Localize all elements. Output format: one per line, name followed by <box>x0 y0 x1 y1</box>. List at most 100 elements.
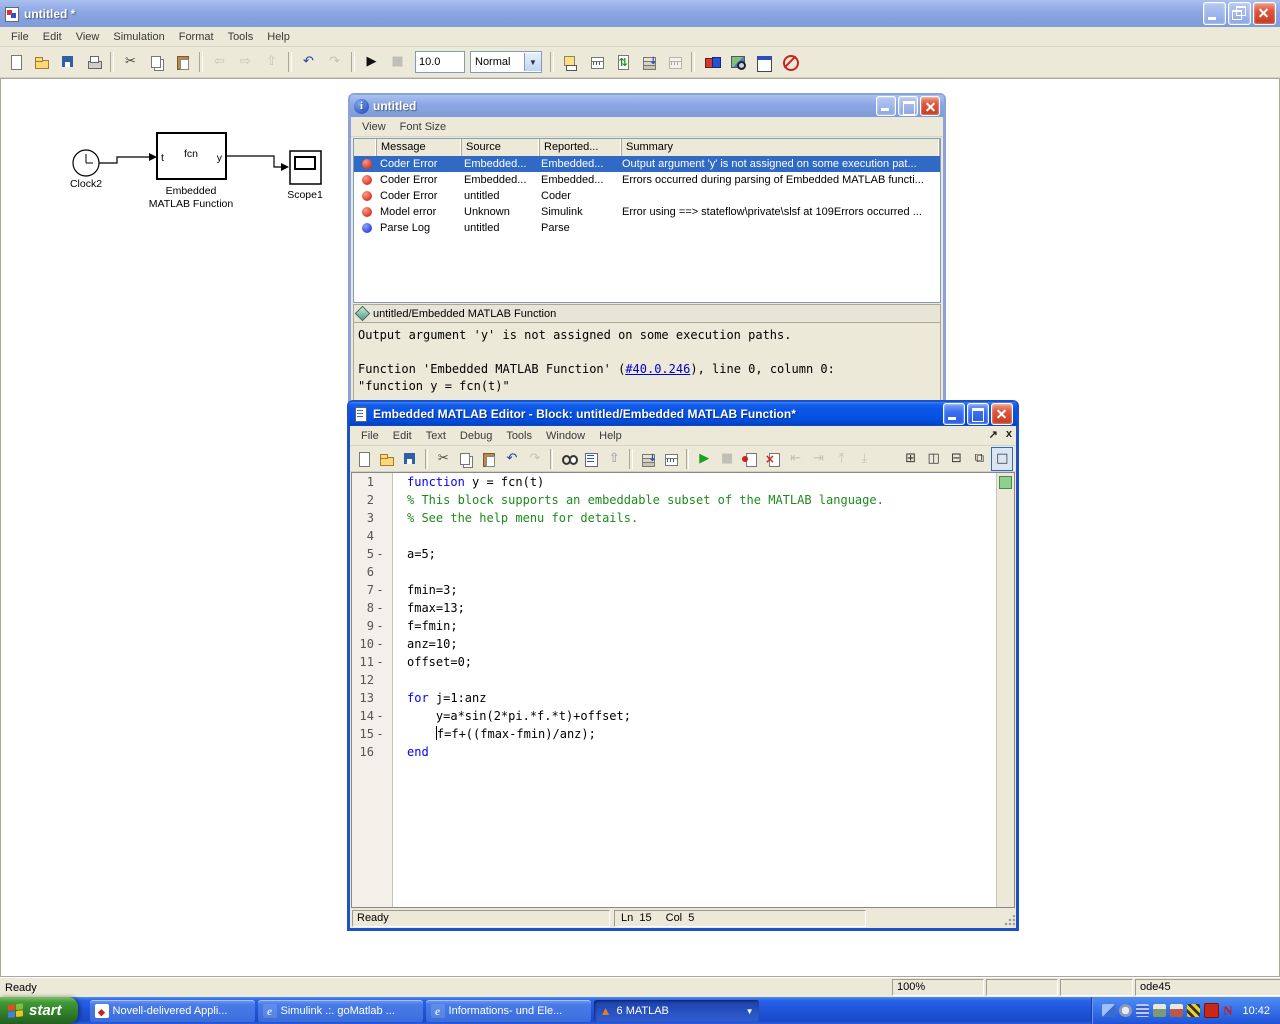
code-line[interactable]: f=f+((fmax-fmin)/anz); <box>393 725 996 743</box>
code-editor[interactable]: 12345-67-8-9-10-11-121314-15-16 function… <box>351 472 1015 908</box>
menu-item-edit[interactable]: Edit <box>386 428 419 444</box>
code-line[interactable]: % See the help menu for details. <box>393 509 996 527</box>
ports-button[interactable] <box>558 50 583 74</box>
task-button-novell-delivered-appli[interactable]: Novell-delivered Appli... <box>90 1000 255 1022</box>
blocks-button[interactable] <box>699 50 724 74</box>
copy-button[interactable] <box>455 447 477 471</box>
table-row[interactable]: Coder ErroruntitledCoder <box>354 188 940 204</box>
stack-tray-icon[interactable] <box>1136 1004 1149 1017</box>
novell-disk-tray-icon[interactable] <box>1204 1003 1219 1018</box>
menu-item-view[interactable]: View <box>69 29 107 45</box>
task-button-6-matlab[interactable]: 6 MATLAB▼ <box>594 1000 759 1022</box>
menu-item-file[interactable]: File <box>4 29 36 45</box>
paste-button[interactable] <box>478 447 500 471</box>
maximize-button[interactable] <box>898 96 918 116</box>
no-debug-button[interactable] <box>777 50 802 74</box>
new-button[interactable] <box>353 447 375 471</box>
open-button[interactable] <box>376 447 398 471</box>
code-line[interactable]: offset=0; <box>393 653 996 671</box>
grid-button[interactable] <box>660 447 682 471</box>
stop-button[interactable]: ■ <box>385 50 410 74</box>
diagnostics-titlebar[interactable]: i untitled <box>350 95 944 117</box>
script-button[interactable] <box>580 447 602 471</box>
error-location-link[interactable]: #40.0.246 <box>625 362 690 376</box>
editor-titlebar[interactable]: Embedded MATLAB Editor - Block: untitled… <box>349 402 1017 426</box>
tileh-button[interactable]: ⊟ <box>946 447 968 471</box>
window-list-button[interactable] <box>751 50 776 74</box>
resize-grip[interactable] <box>1003 915 1015 927</box>
cascade-button[interactable]: ⧉ <box>968 447 990 471</box>
close-button[interactable] <box>1253 2 1276 25</box>
code-line[interactable]: fmax=13; <box>393 599 996 617</box>
code-line[interactable]: fmin=3; <box>393 581 996 599</box>
open-button[interactable] <box>29 50 54 74</box>
code-line[interactable]: anz=10; <box>393 635 996 653</box>
code-line[interactable]: a=5; <box>393 545 996 563</box>
chevron-down-icon[interactable]: ▼ <box>746 1007 754 1016</box>
bp-clear-button[interactable] <box>762 447 784 471</box>
dock-icon[interactable]: ↗ <box>989 428 998 441</box>
column-header-source[interactable]: Source <box>462 139 540 156</box>
menu-item-format[interactable]: Format <box>172 29 221 45</box>
minimize-button[interactable] <box>943 403 965 425</box>
up-button[interactable]: ⇧ <box>259 50 284 74</box>
code-line[interactable]: f=fmin; <box>393 617 996 635</box>
signal-line[interactable] <box>226 156 281 167</box>
main-titlebar[interactable]: untitled * <box>0 0 1280 27</box>
save-button[interactable] <box>55 50 80 74</box>
table-row[interactable]: Model errorUnknownSimulinkError using ==… <box>354 204 940 220</box>
column-header-message[interactable]: Message <box>377 139 462 156</box>
menu-item-simulation[interactable]: Simulation <box>106 29 171 45</box>
stop-button[interactable]: ■ <box>716 447 738 471</box>
menu-item-file[interactable]: File <box>354 428 386 444</box>
find-button[interactable] <box>557 447 579 471</box>
start-button[interactable]: start <box>0 997 78 1024</box>
task-button-simulink-gomatlab[interactable]: Simulink .:. goMatlab ... <box>258 1000 423 1022</box>
printer-alert-tray-icon[interactable] <box>1170 1004 1183 1017</box>
forward-button[interactable]: ⇨ <box>233 50 258 74</box>
copy-button[interactable] <box>144 50 169 74</box>
back-button[interactable]: ⇦ <box>207 50 232 74</box>
step-button[interactable]: ⇥ <box>808 447 830 471</box>
tilev-button[interactable]: ◫ <box>923 447 945 471</box>
updates-tray-icon[interactable] <box>1187 1004 1200 1017</box>
signal-line[interactable] <box>99 157 149 163</box>
network-tray-icon[interactable] <box>1102 1004 1115 1017</box>
layers-button[interactable] <box>637 447 659 471</box>
simulation-mode-combo[interactable]: Normal ▼ <box>470 51 542 73</box>
code-line[interactable]: function y = fcn(t) <box>393 473 996 491</box>
print-button[interactable] <box>81 50 106 74</box>
step-out-button[interactable]: ⤓ <box>853 447 875 471</box>
save-button[interactable] <box>399 447 421 471</box>
menu-item-view[interactable]: View <box>355 119 393 135</box>
n-tray-icon[interactable]: N <box>1223 1004 1232 1017</box>
tile4-button[interactable]: ⊞ <box>900 447 922 471</box>
chevron-down-icon[interactable]: ▼ <box>524 53 541 71</box>
menu-item-debug[interactable]: Debug <box>453 428 499 444</box>
code-line[interactable]: for j=1:anz <box>393 689 996 707</box>
up-button[interactable]: ⇧ <box>603 447 625 471</box>
new-button[interactable] <box>3 50 28 74</box>
code-line[interactable] <box>393 563 996 581</box>
code-line[interactable]: % This block supports an embeddable subs… <box>393 491 996 509</box>
menu-item-edit[interactable]: Edit <box>36 29 69 45</box>
volume-tray-icon[interactable] <box>1119 1004 1132 1017</box>
maximize-button[interactable] <box>967 403 989 425</box>
menu-item-text[interactable]: Text <box>419 428 453 444</box>
run-button[interactable]: ▶ <box>693 447 715 471</box>
table-row[interactable]: Parse LoguntitledParse <box>354 220 940 236</box>
code-ok-indicator[interactable] <box>999 476 1012 489</box>
close-editor-icon[interactable]: x <box>1006 428 1012 441</box>
grid2-button[interactable] <box>662 50 687 74</box>
image-search-button[interactable] <box>725 50 750 74</box>
cut-button[interactable]: ✂ <box>118 50 143 74</box>
code-text-area[interactable]: function y = fcn(t)% This block supports… <box>393 473 996 907</box>
task-button-informations-und-ele[interactable]: Informations- und Ele... <box>426 1000 591 1022</box>
close-button[interactable] <box>920 96 940 116</box>
menu-item-font-size[interactable]: Font Size <box>393 119 453 135</box>
table-row[interactable]: Coder ErrorEmbedded...Embedded...Errors … <box>354 172 940 188</box>
table-row[interactable]: Coder ErrorEmbedded...Embedded...Output … <box>354 156 940 172</box>
close-button[interactable] <box>991 403 1013 425</box>
printer-tray-icon[interactable] <box>1153 1004 1166 1017</box>
menu-item-help[interactable]: Help <box>260 29 297 45</box>
